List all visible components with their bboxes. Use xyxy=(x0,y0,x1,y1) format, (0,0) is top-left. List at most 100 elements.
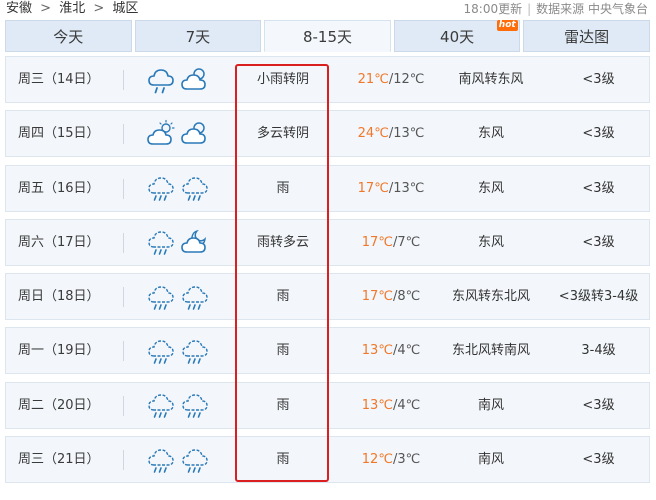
temperature-low: /13℃ xyxy=(388,180,425,196)
weather-icons xyxy=(146,328,216,373)
weather-icons xyxy=(146,274,216,319)
update-time: 18:00更新 xyxy=(463,2,523,16)
wind-level: <3级 xyxy=(582,126,615,142)
tab-7-days[interactable]: 7天 xyxy=(134,20,262,52)
weather-description: 雨 xyxy=(276,343,290,359)
wind-direction: 南风 xyxy=(477,452,504,468)
wind-direction: 东风转东北风 xyxy=(451,289,530,305)
temperature-high: 17℃ xyxy=(361,234,393,250)
rain-icon xyxy=(146,445,176,475)
wind-level: <3级 xyxy=(582,72,615,87)
tab-label: 今天 xyxy=(53,28,84,46)
divider xyxy=(123,232,124,253)
forecast-row: 周五（16日） 雨 17℃/13℃ 东风 <3级 xyxy=(5,164,650,212)
temperature-high: 17℃ xyxy=(357,180,389,196)
temperature-low: /4℃ xyxy=(392,397,421,413)
weather-description: 雨 xyxy=(276,397,290,413)
weather-icons xyxy=(146,166,216,211)
temperature-high: 17℃ xyxy=(361,289,393,305)
rain-icon xyxy=(146,173,176,203)
forecast-date: 周二（20日） xyxy=(18,397,100,413)
tab-40-days[interactable]: 40天 hot xyxy=(393,20,521,52)
tab-label: 8-15天 xyxy=(302,28,352,46)
wind-level: <3级 xyxy=(582,452,615,468)
divider xyxy=(123,450,124,471)
temperature-high: 13℃ xyxy=(361,397,393,413)
weather-icons xyxy=(146,220,216,265)
tab-label: 40天 xyxy=(440,28,475,46)
update-info: 18:00更新 | 数据来源 中央气象台 xyxy=(464,0,648,18)
forecast-row: 周三（14日） 小雨转阴 21℃/12℃ 南风转东风 <3级 xyxy=(5,56,650,103)
divider xyxy=(123,395,124,416)
temperature-high: 24℃ xyxy=(357,126,389,142)
temperature-low: /3℃ xyxy=(392,452,421,468)
forecast-row: 周二（20日） 雨 13℃/4℃ 南风 <3级 xyxy=(5,381,650,429)
breadcrumb-separator: > xyxy=(40,1,52,16)
forecast-date: 周三（14日） xyxy=(18,72,100,87)
wind-direction: 东风 xyxy=(477,234,504,250)
tab-today[interactable]: 今天 xyxy=(5,20,132,52)
breadcrumb-district: 城区 xyxy=(112,1,139,16)
forecast-date: 周日（18日） xyxy=(18,289,100,305)
forecast-date: 周四（15日） xyxy=(18,126,100,142)
tab-label: 7天 xyxy=(185,28,211,46)
temperature-high: 12℃ xyxy=(361,452,393,468)
breadcrumb: 安徽 > 淮北 > 城区 xyxy=(6,0,138,18)
forecast-row: 周一（19日） 雨 13℃/4℃ 东北风转南风 3-4级 xyxy=(5,327,650,375)
rain-icon xyxy=(180,390,210,420)
cloud-moon-icon xyxy=(180,227,210,257)
divider xyxy=(123,341,124,362)
rain-icon xyxy=(146,336,176,366)
cloud-sun-icon xyxy=(180,119,210,149)
weather-description: 雨转多云 xyxy=(256,234,309,250)
forecast-date: 周六（17日） xyxy=(18,234,100,250)
temperature-high: 13℃ xyxy=(361,343,393,359)
forecast-date: 周三（21日） xyxy=(18,452,100,468)
rain-icon xyxy=(180,282,210,312)
weather-icons xyxy=(146,57,216,102)
weather-description: 雨 xyxy=(276,180,290,196)
forecast-table: 周三（14日） 小雨转阴 21℃/12℃ 南风转东风 <3级 周四（15日） 多… xyxy=(5,56,650,490)
wind-direction: 南风 xyxy=(477,397,504,413)
wind-direction: 东风 xyxy=(477,180,504,196)
wind-level: <3级转3-4级 xyxy=(558,289,639,305)
temperature-low: /13℃ xyxy=(388,126,425,142)
wind-level: <3级 xyxy=(582,180,615,196)
tab-8-15-days[interactable]: 8-15天 xyxy=(264,20,391,52)
temperature-low: /4℃ xyxy=(392,343,421,359)
tab-radar[interactable]: 雷达图 xyxy=(523,20,650,52)
divider xyxy=(123,124,124,145)
temperature-low: /12℃ xyxy=(388,72,425,87)
breadcrumb-province[interactable]: 安徽 xyxy=(6,1,32,16)
rain-icon xyxy=(146,390,176,420)
breadcrumb-city[interactable]: 淮北 xyxy=(59,1,85,16)
forecast-date: 周一（19日） xyxy=(18,343,100,359)
forecast-date: 周五（16日） xyxy=(18,180,100,196)
temperature-low: /7℃ xyxy=(392,234,421,250)
weather-description: 小雨转阴 xyxy=(256,72,309,87)
rain-icon xyxy=(180,336,210,366)
temperature-high: 21℃ xyxy=(357,72,389,87)
tab-label: 雷达图 xyxy=(564,28,610,46)
rain-icon xyxy=(180,173,210,203)
wind-direction: 东风 xyxy=(477,126,504,142)
breadcrumb-separator: > xyxy=(93,1,105,16)
forecast-row: 周四（15日） 多云转阴 24℃/13℃ 东风 <3级 xyxy=(5,110,650,158)
wind-direction: 南风转东风 xyxy=(458,72,524,87)
temperature-low: /8℃ xyxy=(392,289,421,305)
forecast-row: 周日（18日） 雨 17℃/8℃ 东风转东北风 <3级转3-4级 xyxy=(5,273,650,321)
rain-icon xyxy=(180,445,210,475)
wind-level: 3-4级 xyxy=(581,343,616,359)
forecast-tabs: 今天 7天 8-15天 40天 hot 雷达图 xyxy=(5,20,650,52)
weather-description: 雨 xyxy=(276,289,290,305)
wind-direction: 东北风转南风 xyxy=(451,343,530,359)
weather-icons xyxy=(146,437,216,482)
sun-cloud-icon xyxy=(146,119,176,149)
rain-cloud-icon xyxy=(146,65,176,95)
divider xyxy=(123,287,124,308)
forecast-row: 周六（17日） 雨转多云 17℃/7℃ 东风 <3级 xyxy=(5,218,650,266)
forecast-row: 周三（21日） 雨 12℃/3℃ 南风 <3级 xyxy=(5,436,650,484)
divider xyxy=(123,70,124,90)
divider: | xyxy=(527,2,532,16)
divider xyxy=(123,178,124,199)
